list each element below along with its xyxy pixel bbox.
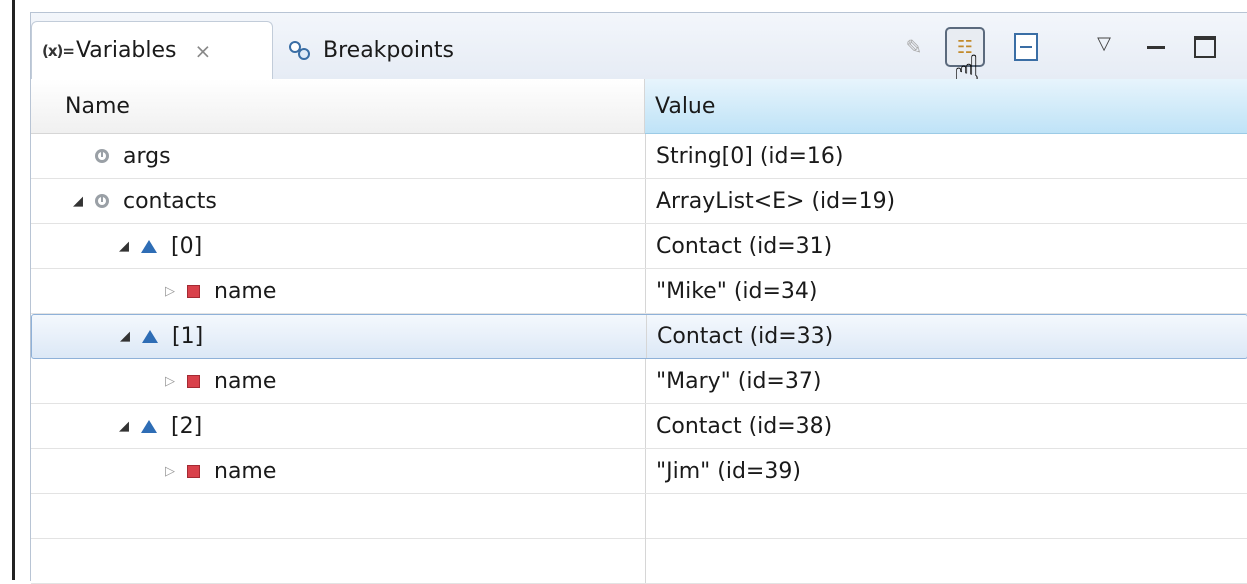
variable-value: Contact (id=33) [646, 315, 1247, 358]
name-cell: ◢ [1] [32, 315, 732, 358]
variable-name: name [214, 368, 277, 394]
variable-value: "Jim" (id=39) [645, 449, 1247, 493]
variable-name: name [214, 458, 277, 484]
private-field-icon [187, 284, 200, 298]
tree-row[interactable]: ◢ [2] Contact (id=38) [31, 404, 1247, 449]
variable-name: [0] [171, 233, 203, 259]
column-header-name[interactable]: Name [31, 79, 645, 134]
variable-name: [2] [171, 413, 203, 439]
variable-value: ArrayList<E> (id=19) [645, 179, 1247, 223]
name-cell: args [31, 134, 685, 178]
tab-variables[interactable]: (x)= Variables ⨯ [31, 21, 273, 79]
debug-window: (x)= Variables ⨯ Breakpoints ✎ ☷ ▽ ☝ Nam… [0, 0, 1247, 584]
expanded-twisty-icon[interactable]: ◢ [117, 419, 131, 434]
tab-bar: (x)= Variables ⨯ Breakpoints ✎ ☷ ▽ ☝ [31, 13, 1247, 95]
tree-row[interactable]: ▷ name "Mary" (id=37) [31, 359, 1247, 404]
expanded-twisty-icon[interactable]: ◢ [71, 194, 85, 209]
minimize-icon[interactable] [1143, 27, 1169, 67]
column-divider [645, 494, 646, 581]
variable-value: String[0] (id=16) [645, 134, 1247, 178]
maximize-icon[interactable] [1191, 27, 1219, 67]
name-cell: ◢ contacts [31, 179, 685, 223]
table-header: Name Value [31, 79, 1247, 134]
view-menu-icon[interactable]: ▽ [1091, 23, 1117, 63]
empty-row [31, 494, 1247, 539]
variable-value: Contact (id=31) [645, 224, 1247, 268]
window-edge [0, 0, 20, 580]
variables-view: (x)= Variables ⨯ Breakpoints ✎ ☷ ▽ ☝ Nam… [30, 12, 1247, 584]
show-type-names-icon[interactable]: ✎ [897, 27, 931, 67]
expanded-twisty-icon[interactable]: ◢ [117, 239, 131, 254]
tab-variables-label: Variables [75, 38, 177, 63]
variable-name: args [123, 143, 171, 169]
variable-name: name [214, 278, 277, 304]
variables-tree: args String[0] (id=16) ◢ contacts ArrayList<… [31, 134, 1247, 584]
tab-breakpoints-label: Breakpoints [323, 37, 454, 63]
field-icon [142, 330, 158, 343]
variable-name: [1] [172, 324, 204, 349]
empty-row [31, 539, 1247, 584]
tree-row[interactable]: args String[0] (id=16) [31, 134, 1247, 179]
tab-breakpoints[interactable]: Breakpoints [283, 21, 454, 79]
close-icon[interactable]: ⨯ [195, 39, 212, 63]
name-cell: ◢ [2] [31, 404, 731, 448]
variable-name: contacts [123, 188, 217, 214]
collapse-all-icon[interactable] [1011, 27, 1041, 67]
tree-row[interactable]: ◢ contacts ArrayList<E> (id=19) [31, 179, 1247, 224]
collapsed-twisty-icon[interactable]: ▷ [163, 464, 177, 479]
expanded-twisty-icon[interactable]: ◢ [118, 329, 132, 344]
variable-value: "Mary" (id=37) [645, 359, 1247, 403]
breakpoints-icon [287, 40, 313, 60]
variables-icon: (x)= [42, 41, 75, 60]
name-cell: ◢ [0] [31, 224, 731, 268]
private-field-icon [187, 464, 200, 478]
local-variable-icon [95, 149, 109, 163]
tree-row[interactable]: ◢ [1] Contact (id=33) [31, 314, 1247, 359]
field-icon [141, 419, 157, 433]
variable-value: Contact (id=38) [645, 404, 1247, 448]
variable-value: "Mike" (id=34) [645, 269, 1247, 313]
field-icon [141, 239, 157, 253]
window-top-strip [20, 0, 1247, 12]
column-header-value[interactable]: Value [645, 79, 1247, 134]
local-variable-icon [95, 194, 109, 208]
tree-row[interactable]: ▷ name "Mike" (id=34) [31, 269, 1247, 314]
tree-row[interactable]: ◢ [0] Contact (id=31) [31, 224, 1247, 269]
collapsed-twisty-icon[interactable]: ▷ [163, 374, 177, 389]
private-field-icon [187, 374, 200, 388]
tree-row[interactable]: ▷ name "Jim" (id=39) [31, 449, 1247, 494]
collapsed-twisty-icon[interactable]: ▷ [163, 284, 177, 299]
